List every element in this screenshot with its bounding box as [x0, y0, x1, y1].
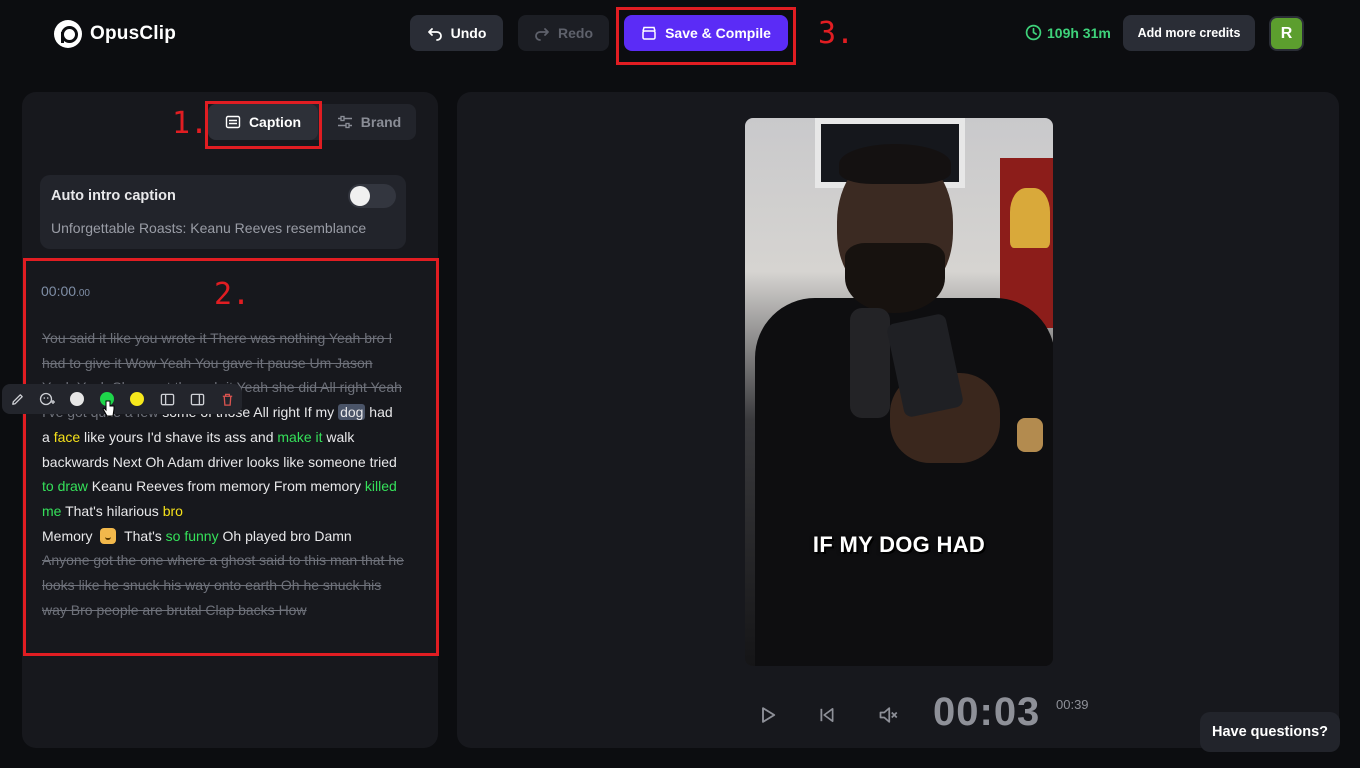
split-right-icon: [190, 393, 204, 405]
grin-emoji-icon[interactable]: [100, 527, 117, 544]
person-beard: [845, 243, 945, 313]
time-remaining-text: 109h 31m: [1047, 24, 1111, 41]
highlight-green-word[interactable]: so funny: [166, 528, 219, 544]
undo-button[interactable]: Undo: [410, 15, 503, 51]
app-name: OpusClip: [90, 23, 177, 44]
yellow-dot-icon: [130, 392, 144, 406]
play-icon: [762, 707, 776, 723]
removed-text[interactable]: Anyone got the one where a ghost said to…: [42, 552, 404, 617]
annotation-box-1: [205, 101, 322, 149]
opusclip-logo-icon: [54, 20, 82, 48]
video-caption: IF MY DOG HAD: [812, 532, 986, 557]
play-button[interactable]: [756, 703, 780, 727]
hand-cursor-icon: [102, 400, 115, 417]
opusclip-logo[interactable]: OpusClip: [54, 20, 176, 48]
redo-icon: [535, 28, 549, 41]
annotation-label-3: 3.: [818, 16, 855, 51]
add-credits-button[interactable]: Add more credits: [1123, 15, 1255, 51]
volume-mute-icon: [879, 707, 898, 723]
highlight-yellow-word[interactable]: face: [54, 429, 80, 445]
mute-button[interactable]: [876, 703, 900, 727]
add-emoji-button[interactable]: [32, 384, 62, 414]
tab-brand-label: Brand: [360, 114, 402, 130]
sliders-icon: [337, 115, 352, 129]
delete-word-button[interactable]: [212, 384, 242, 414]
word-format-toolbar: [2, 384, 242, 414]
transcript-word[interactable]: Oh played bro Damn: [219, 528, 351, 544]
transcript-word[interactable]: Memory: [42, 528, 96, 544]
timestamp-main: 00:00: [41, 283, 77, 299]
undo-label: Undo: [450, 25, 487, 41]
microphone: [850, 308, 890, 418]
tab-brand[interactable]: Brand: [322, 104, 416, 140]
split-left-button[interactable]: [152, 384, 182, 414]
annotation-label-1: 1.: [172, 106, 209, 141]
split-left-icon: [160, 393, 174, 405]
highlight-green-word[interactable]: make it: [277, 429, 322, 445]
edit-word-button[interactable]: [2, 384, 32, 414]
wristwatch: [1017, 418, 1043, 452]
auto-intro-text[interactable]: Unforgettable Roasts: Keanu Reeves resem…: [51, 220, 366, 236]
current-time: 00:03: [933, 690, 1041, 734]
highlight-yellow-word[interactable]: bro: [163, 503, 183, 519]
skip-back-icon: [820, 707, 834, 723]
transcript-word[interactable]: Keanu Reeves from memory From memory: [88, 478, 365, 494]
video-preview[interactable]: IF MY DOG HAD: [745, 118, 1053, 666]
clock-icon: [1025, 24, 1042, 41]
video-duration: 00:39: [1056, 697, 1089, 712]
color-yellow-button[interactable]: [122, 384, 152, 414]
transcript-word[interactable]: That's hilarious: [61, 503, 162, 519]
emoji-add-icon: [39, 392, 55, 406]
toggle-knob: [350, 186, 370, 206]
annotation-label-2: 2.: [214, 277, 251, 312]
auto-intro-title: Auto intro caption: [51, 188, 176, 204]
color-white-button[interactable]: [62, 384, 92, 414]
trash-icon: [222, 393, 232, 406]
highlight-green-word[interactable]: to draw: [42, 478, 88, 494]
person-hair: [839, 144, 951, 184]
white-dot-icon: [70, 392, 84, 406]
transcript-text[interactable]: You said it like you wrote it There was …: [42, 326, 404, 622]
timestamp-ms: .00: [76, 288, 90, 299]
help-button[interactable]: Have questions?: [1200, 712, 1340, 752]
skip-back-button[interactable]: [815, 703, 839, 727]
selected-word[interactable]: dog: [338, 404, 366, 421]
transcript-word[interactable]: like yours I'd shave its ass and: [80, 429, 277, 445]
avatar[interactable]: R: [1269, 16, 1304, 51]
split-right-button[interactable]: [182, 384, 212, 414]
auto-intro-toggle[interactable]: [348, 184, 396, 208]
redo-label: Redo: [558, 25, 593, 41]
transcript-word[interactable]: That's: [120, 528, 165, 544]
transcript-timestamp: 00:00.00: [41, 283, 90, 299]
time-remaining: 109h 31m: [1025, 24, 1111, 41]
redo-button[interactable]: Redo: [518, 15, 609, 51]
pencil-icon: [11, 393, 23, 405]
undo-icon: [427, 28, 442, 41]
annotation-box-3: [616, 7, 796, 65]
